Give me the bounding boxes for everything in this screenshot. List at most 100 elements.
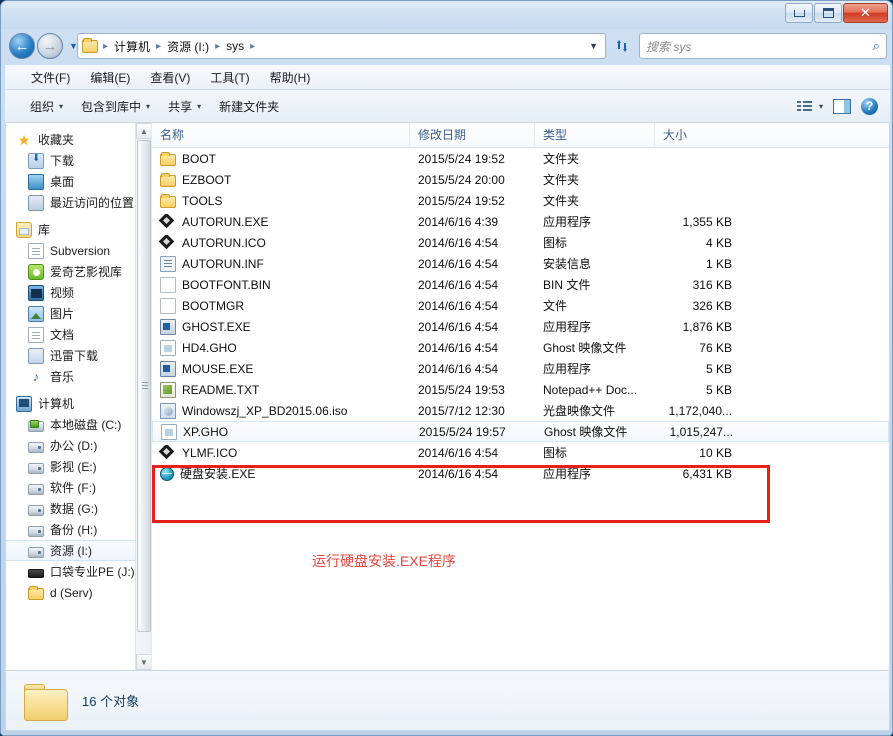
menu-item-0[interactable]: 文件(F) [21, 66, 80, 89]
sidebar-item-0-1[interactable]: 桌面 [6, 171, 151, 192]
menu-item-2[interactable]: 查看(V) [140, 66, 200, 89]
table-row[interactable]: GHOST.EXE2014/6/16 4:54应用程序1,876 KB [152, 316, 889, 337]
scroll-up-button[interactable]: ▲ [136, 123, 151, 139]
sidebar-item-label: d (Serv) [50, 586, 93, 600]
sidebar-item-1-5[interactable]: 迅雷下载 [6, 345, 151, 366]
column-header-date[interactable]: 修改日期 [410, 123, 535, 148]
breadcrumb-item-drive[interactable]: 资源 (I:) [164, 37, 212, 56]
toolbar-button-1[interactable]: 包含到库中▾ [72, 94, 159, 119]
cell-type: Ghost 映像文件 [536, 423, 656, 440]
table-row[interactable]: TOOLS2015/5/24 19:52文件夹 [152, 190, 889, 211]
menu-item-1[interactable]: 编辑(E) [80, 66, 140, 89]
sidebar-item-0-0[interactable]: 下载 [6, 150, 151, 171]
cell-name: AUTORUN.INF [152, 256, 410, 272]
nav-group-header-0[interactable]: ★收藏夹 [6, 129, 151, 150]
breadcrumb[interactable]: ▸ 计算机 ▸ 资源 (I:) ▸ sys ▸ ▼ [77, 33, 606, 59]
table-row[interactable]: EZBOOT2015/5/24 20:00文件夹 [152, 169, 889, 190]
sidebar-item-1-3[interactable]: 图片 [6, 303, 151, 324]
sidebar-item-2-7[interactable]: 口袋专业PE (J:) [6, 561, 151, 582]
toolbar-button-label: 新建文件夹 [219, 98, 279, 115]
folder-icon [24, 682, 68, 720]
sidebar-item-1-1[interactable]: 爱奇艺影视库 [6, 261, 151, 282]
toolbar-button-2[interactable]: 共享▾ [159, 94, 210, 119]
search-box[interactable]: 搜索 sys ⌕ [639, 33, 887, 59]
sidebar-item-2-6[interactable]: 资源 (I:) [6, 540, 151, 561]
sidebar-item-1-2[interactable]: 视频 [6, 282, 151, 303]
sidebar-item-2-5[interactable]: 备份 (H:) [6, 519, 151, 540]
sidebar-item-1-4[interactable]: 文档 [6, 324, 151, 345]
column-header-name[interactable]: 名称 [152, 123, 410, 148]
sidebar-item-1-0[interactable]: Subversion [6, 240, 151, 261]
cell-date: 2014/6/16 4:54 [410, 320, 535, 334]
navigation-tree: ★收藏夹下载桌面最近访问的位置库Subversion爱奇艺影视库视频图片文档迅雷… [6, 129, 151, 603]
cell-type: Notepad++ Doc... [535, 383, 655, 397]
folder-icon [160, 154, 176, 166]
navigation-buttons: ← → ▼ [9, 33, 78, 59]
close-button[interactable]: ✕ [843, 3, 888, 23]
table-row[interactable]: AUTORUN.EXE2014/6/16 4:39应用程序1,355 KB [152, 211, 889, 232]
scroll-down-button[interactable]: ▼ [136, 654, 151, 670]
cell-type: 应用程序 [535, 318, 655, 335]
table-row[interactable]: Windowszj_XP_BD2015.06.iso2015/7/12 12:3… [152, 400, 889, 421]
menu-item-4[interactable]: 帮助(H) [260, 66, 321, 89]
sidebar-item-2-0[interactable]: 本地磁盘 (C:) [6, 414, 151, 435]
breadcrumb-separator: ▸ [100, 41, 111, 52]
table-row[interactable]: 硬盘安装.EXE2014/6/16 4:54应用程序6,431 KB [152, 463, 889, 484]
cell-type: 应用程序 [535, 465, 655, 482]
view-options-button[interactable]: ▾ [797, 100, 823, 113]
table-row[interactable]: XP.GHO2015/5/24 19:57Ghost 映像文件1,015,247… [152, 421, 889, 442]
sidebar-item-2-4[interactable]: 数据 (G:) [6, 498, 151, 519]
table-row[interactable]: AUTORUN.ICO2014/6/16 4:54图标4 KB [152, 232, 889, 253]
status-bar: 16 个对象 [5, 671, 890, 731]
table-row[interactable]: BOOTMGR2014/6/16 4:54文件326 KB [152, 295, 889, 316]
breadcrumb-item-sys[interactable]: sys [223, 38, 247, 54]
column-header-type[interactable]: 类型 [535, 123, 655, 148]
sidebar-item-2-2[interactable]: 影视 (E:) [6, 456, 151, 477]
cell-date: 2014/6/16 4:39 [410, 215, 535, 229]
chevron-down-icon: ▾ [59, 102, 63, 111]
video-icon [28, 285, 44, 301]
toolbar-button-3[interactable]: 新建文件夹 [210, 94, 288, 119]
help-button[interactable]: ? [861, 98, 878, 115]
table-row[interactable]: MOUSE.EXE2014/6/16 4:54应用程序5 KB [152, 358, 889, 379]
music-icon: ♪ [28, 369, 44, 385]
refresh-button[interactable] [611, 35, 633, 57]
table-row[interactable]: HD4.GHO2014/6/16 4:54Ghost 映像文件76 KB [152, 337, 889, 358]
nav-group-header-1[interactable]: 库 [6, 219, 151, 240]
back-button[interactable]: ← [9, 33, 35, 59]
drive-icon [28, 463, 44, 474]
file-name: README.TXT [182, 383, 259, 397]
sidebar-item-label: 口袋专业PE (J:) [50, 563, 135, 580]
cell-name: XP.GHO [153, 424, 411, 440]
preview-pane-button[interactable] [833, 99, 851, 114]
sidebar-item-2-1[interactable]: 办公 (D:) [6, 435, 151, 456]
thunder-icon [28, 348, 44, 364]
table-row[interactable]: YLMF.ICO2014/6/16 4:54图标10 KB [152, 442, 889, 463]
table-row[interactable]: BOOT2015/5/24 19:52文件夹 [152, 148, 889, 169]
sidebar-item-0-2[interactable]: 最近访问的位置 [6, 192, 151, 213]
nav-group-header-2[interactable]: 计算机 [6, 393, 151, 414]
sidebar-item-1-6[interactable]: ♪音乐 [6, 366, 151, 387]
cell-type: 文件夹 [535, 171, 655, 188]
table-row[interactable]: README.TXT2015/5/24 19:53Notepad++ Doc..… [152, 379, 889, 400]
breadcrumb-dropdown-icon[interactable]: ▼ [589, 41, 601, 51]
sidebar-item-2-8[interactable]: d (Serv) [6, 582, 151, 603]
file-name: BOOTMGR [182, 299, 244, 313]
sidebar-item-label: 资源 (I:) [50, 542, 92, 559]
breadcrumb-item-computer[interactable]: 计算机 [111, 37, 153, 56]
explorer-window: ✕ ← → ▼ ▸ 计算机 ▸ 资源 (I:) ▸ sys ▸ ▼ [0, 0, 893, 736]
sidebar-item-2-3[interactable]: 软件 (F:) [6, 477, 151, 498]
forward-button[interactable]: → [37, 33, 63, 59]
table-row[interactable]: BOOTFONT.BIN2014/6/16 4:54BIN 文件316 KB [152, 274, 889, 295]
search-input[interactable]: 搜索 sys [646, 38, 873, 55]
sidebar-scrollbar[interactable]: ▲ ▼ [135, 123, 151, 670]
column-header-size[interactable]: 大小 [655, 123, 742, 148]
table-row[interactable]: AUTORUN.INF2014/6/16 4:54安装信息1 KB [152, 253, 889, 274]
chevron-down-icon: ▾ [146, 102, 150, 111]
toolbar-button-0[interactable]: 组织▾ [21, 94, 72, 119]
maximize-button[interactable] [814, 3, 842, 23]
menu-item-3[interactable]: 工具(T) [200, 66, 259, 89]
minimize-button[interactable] [785, 3, 813, 23]
scrollbar-thumb[interactable] [137, 140, 151, 632]
cell-name: Windowszj_XP_BD2015.06.iso [152, 403, 410, 419]
